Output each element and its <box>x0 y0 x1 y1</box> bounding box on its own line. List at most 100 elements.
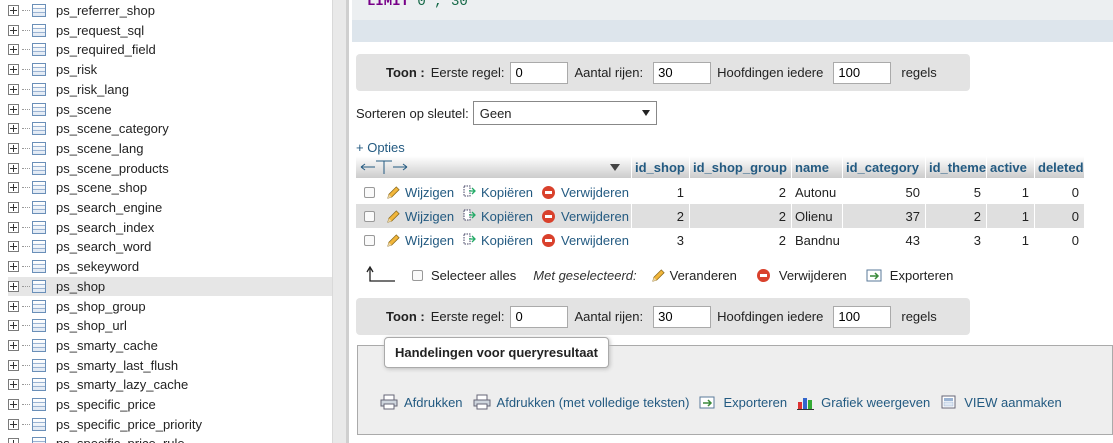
query-actions-legend: Handelingen voor queryresultaat <box>384 337 609 368</box>
sidebar-item-ps-search-word[interactable]: ps_search_word <box>8 237 332 256</box>
tree-connector <box>22 305 30 307</box>
expand-icon[interactable] <box>8 221 19 233</box>
sidebar-item-ps-shop-group[interactable]: ps_shop_group <box>8 297 332 316</box>
expand-icon[interactable] <box>8 83 19 95</box>
expand-icon[interactable] <box>8 280 19 292</box>
table-icon <box>32 4 46 17</box>
sidebar-item-ps-specific-price-rule[interactable]: ps_specific_price_rule <box>8 434 332 443</box>
edit-row-link[interactable]: Wijzigen <box>386 180 454 204</box>
column-divider <box>1034 180 1035 204</box>
sidebar-item-ps-scene-products[interactable]: ps_scene_products <box>8 159 332 178</box>
expand-icon[interactable] <box>8 320 19 332</box>
expand-icon[interactable] <box>8 103 19 115</box>
bulk-export-button[interactable]: Exporteren <box>866 267 953 283</box>
sidebar-item-ps-sekeyword[interactable]: ps_sekeyword <box>8 257 332 276</box>
column-header-id-shop-group[interactable]: id_shop_group <box>690 156 791 178</box>
sort-key-select[interactable]: Geen <box>472 101 657 125</box>
column-header-name[interactable]: name <box>792 156 842 178</box>
row-checkbox[interactable] <box>364 186 375 198</box>
copy-row-link[interactable]: Kopiëren <box>463 180 533 204</box>
delete-row-link[interactable]: Verwijderen <box>542 228 629 252</box>
edit-label: Wijzigen <box>405 232 455 248</box>
column-header-deleted[interactable]: deleted <box>1035 156 1084 178</box>
delete-row-link[interactable]: Verwijderen <box>542 204 629 228</box>
print-link[interactable]: Afdrukken <box>380 394 463 410</box>
expand-icon[interactable] <box>8 261 19 273</box>
delete-row-link[interactable]: Verwijderen <box>542 180 629 204</box>
sidebar-item-ps-shop-url[interactable]: ps_shop_url <box>8 316 332 335</box>
expand-icon[interactable] <box>8 359 19 371</box>
sidebar-item-ps-scene-shop[interactable]: ps_scene_shop <box>8 178 332 197</box>
table-icon <box>32 319 46 333</box>
sidebar-splitter[interactable] <box>332 0 349 443</box>
expand-icon[interactable] <box>8 399 19 410</box>
headers-every-input[interactable] <box>833 305 892 328</box>
first-row-label: Eerste regel: <box>430 65 505 80</box>
column-divider <box>631 180 632 204</box>
expand-icon[interactable] <box>8 162 19 174</box>
bulk-change-button[interactable]: Veranderen <box>651 268 737 283</box>
sidebar-item-ps-smarty-lazy-cache[interactable]: ps_smarty_lazy_cache <box>8 375 332 394</box>
copy-row-link[interactable]: Kopiëren <box>463 228 533 252</box>
sidebar-item-ps-search-engine[interactable]: ps_search_engine <box>8 198 332 217</box>
rows-input[interactable] <box>653 305 712 328</box>
expand-icon[interactable] <box>8 379 19 391</box>
expand-icon[interactable] <box>8 241 19 253</box>
sidebar-item-ps-scene[interactable]: ps_scene <box>8 100 332 119</box>
cell-deleted: 0 <box>1071 208 1079 224</box>
sidebar-item-ps-risk[interactable]: ps_risk <box>8 60 332 79</box>
column-header-id-category[interactable]: id_category <box>843 156 925 178</box>
expand-icon[interactable] <box>8 300 19 312</box>
sidebar-item-ps-specific-price-priority[interactable]: ps_specific_price_priority <box>8 415 332 434</box>
create-view-link[interactable]: VIEW aanmaken <box>940 394 1062 410</box>
expand-icon[interactable] <box>8 418 19 430</box>
headers-every-input[interactable] <box>833 61 892 84</box>
first-row-input[interactable] <box>510 305 569 328</box>
options-link[interactable]: + Opties <box>356 140 405 155</box>
row-checkbox[interactable] <box>364 210 375 222</box>
expand-icon[interactable] <box>8 438 19 443</box>
cell-id-theme: 5 <box>973 184 981 200</box>
expand-icon[interactable] <box>8 44 19 56</box>
expand-icon[interactable] <box>8 339 19 351</box>
expand-icon[interactable] <box>8 64 19 76</box>
column-header-active[interactable]: active <box>987 156 1034 178</box>
column-header-id-shop[interactable]: id_shop <box>632 156 689 178</box>
edit-row-link[interactable]: Wijzigen <box>386 204 454 228</box>
bulk-delete-button[interactable]: Verwijderen <box>756 268 847 283</box>
sidebar-item-ps-shop[interactable]: ps_shop <box>8 276 332 296</box>
expand-icon[interactable] <box>8 202 19 213</box>
print-full-label: Afdrukken (met volledige teksten) <box>496 394 690 410</box>
row-checkbox[interactable] <box>364 234 375 246</box>
column-header-id-theme[interactable]: id_theme <box>926 156 986 178</box>
expand-icon[interactable] <box>8 5 19 16</box>
expand-icon[interactable] <box>8 142 19 154</box>
expand-icon[interactable] <box>8 182 19 194</box>
select-all-checkbox[interactable] <box>412 269 423 281</box>
expand-icon[interactable] <box>8 24 19 36</box>
sidebar-item-ps-search-index[interactable]: ps_search_index <box>8 218 332 237</box>
print-full-link[interactable]: Afdrukken (met volledige teksten) <box>473 394 690 410</box>
sidebar-item-ps-scene-category[interactable]: ps_scene_category <box>8 119 332 138</box>
sidebar-item-ps-specific-price[interactable]: ps_specific_price <box>8 395 332 414</box>
chevron-down-icon[interactable] <box>610 164 620 171</box>
expand-icon[interactable] <box>8 123 19 135</box>
edit-row-link[interactable]: Wijzigen <box>386 228 454 252</box>
sidebar-item-ps-required-field[interactable]: ps_required_field <box>8 40 332 59</box>
tree-connector <box>22 246 30 248</box>
sidebar-item-ps-smarty-last-flush[interactable]: ps_smarty_last_flush <box>8 356 332 375</box>
table-icon <box>32 122 46 136</box>
rows-input[interactable] <box>653 61 712 84</box>
sidebar-item-ps-request-sql[interactable]: ps_request_sql <box>8 21 332 40</box>
chart-link[interactable]: Grafiek weergeven <box>797 394 930 410</box>
select-all-label[interactable]: Selecteer alles <box>431 268 516 283</box>
sidebar-item-ps-risk-lang[interactable]: ps_risk_lang <box>8 80 332 99</box>
first-row-input[interactable] <box>510 61 569 84</box>
print-label: Afdrukken <box>404 394 463 410</box>
tree-connector <box>22 423 30 425</box>
copy-row-link[interactable]: Kopiëren <box>463 204 533 228</box>
export-link[interactable]: Exporteren <box>699 394 787 410</box>
sidebar-item-ps-scene-lang[interactable]: ps_scene_lang <box>8 139 332 158</box>
sidebar-item-ps-smarty-cache[interactable]: ps_smarty_cache <box>8 336 332 355</box>
sidebar-item-ps-referrer-shop[interactable]: ps_referrer_shop <box>8 1 332 20</box>
